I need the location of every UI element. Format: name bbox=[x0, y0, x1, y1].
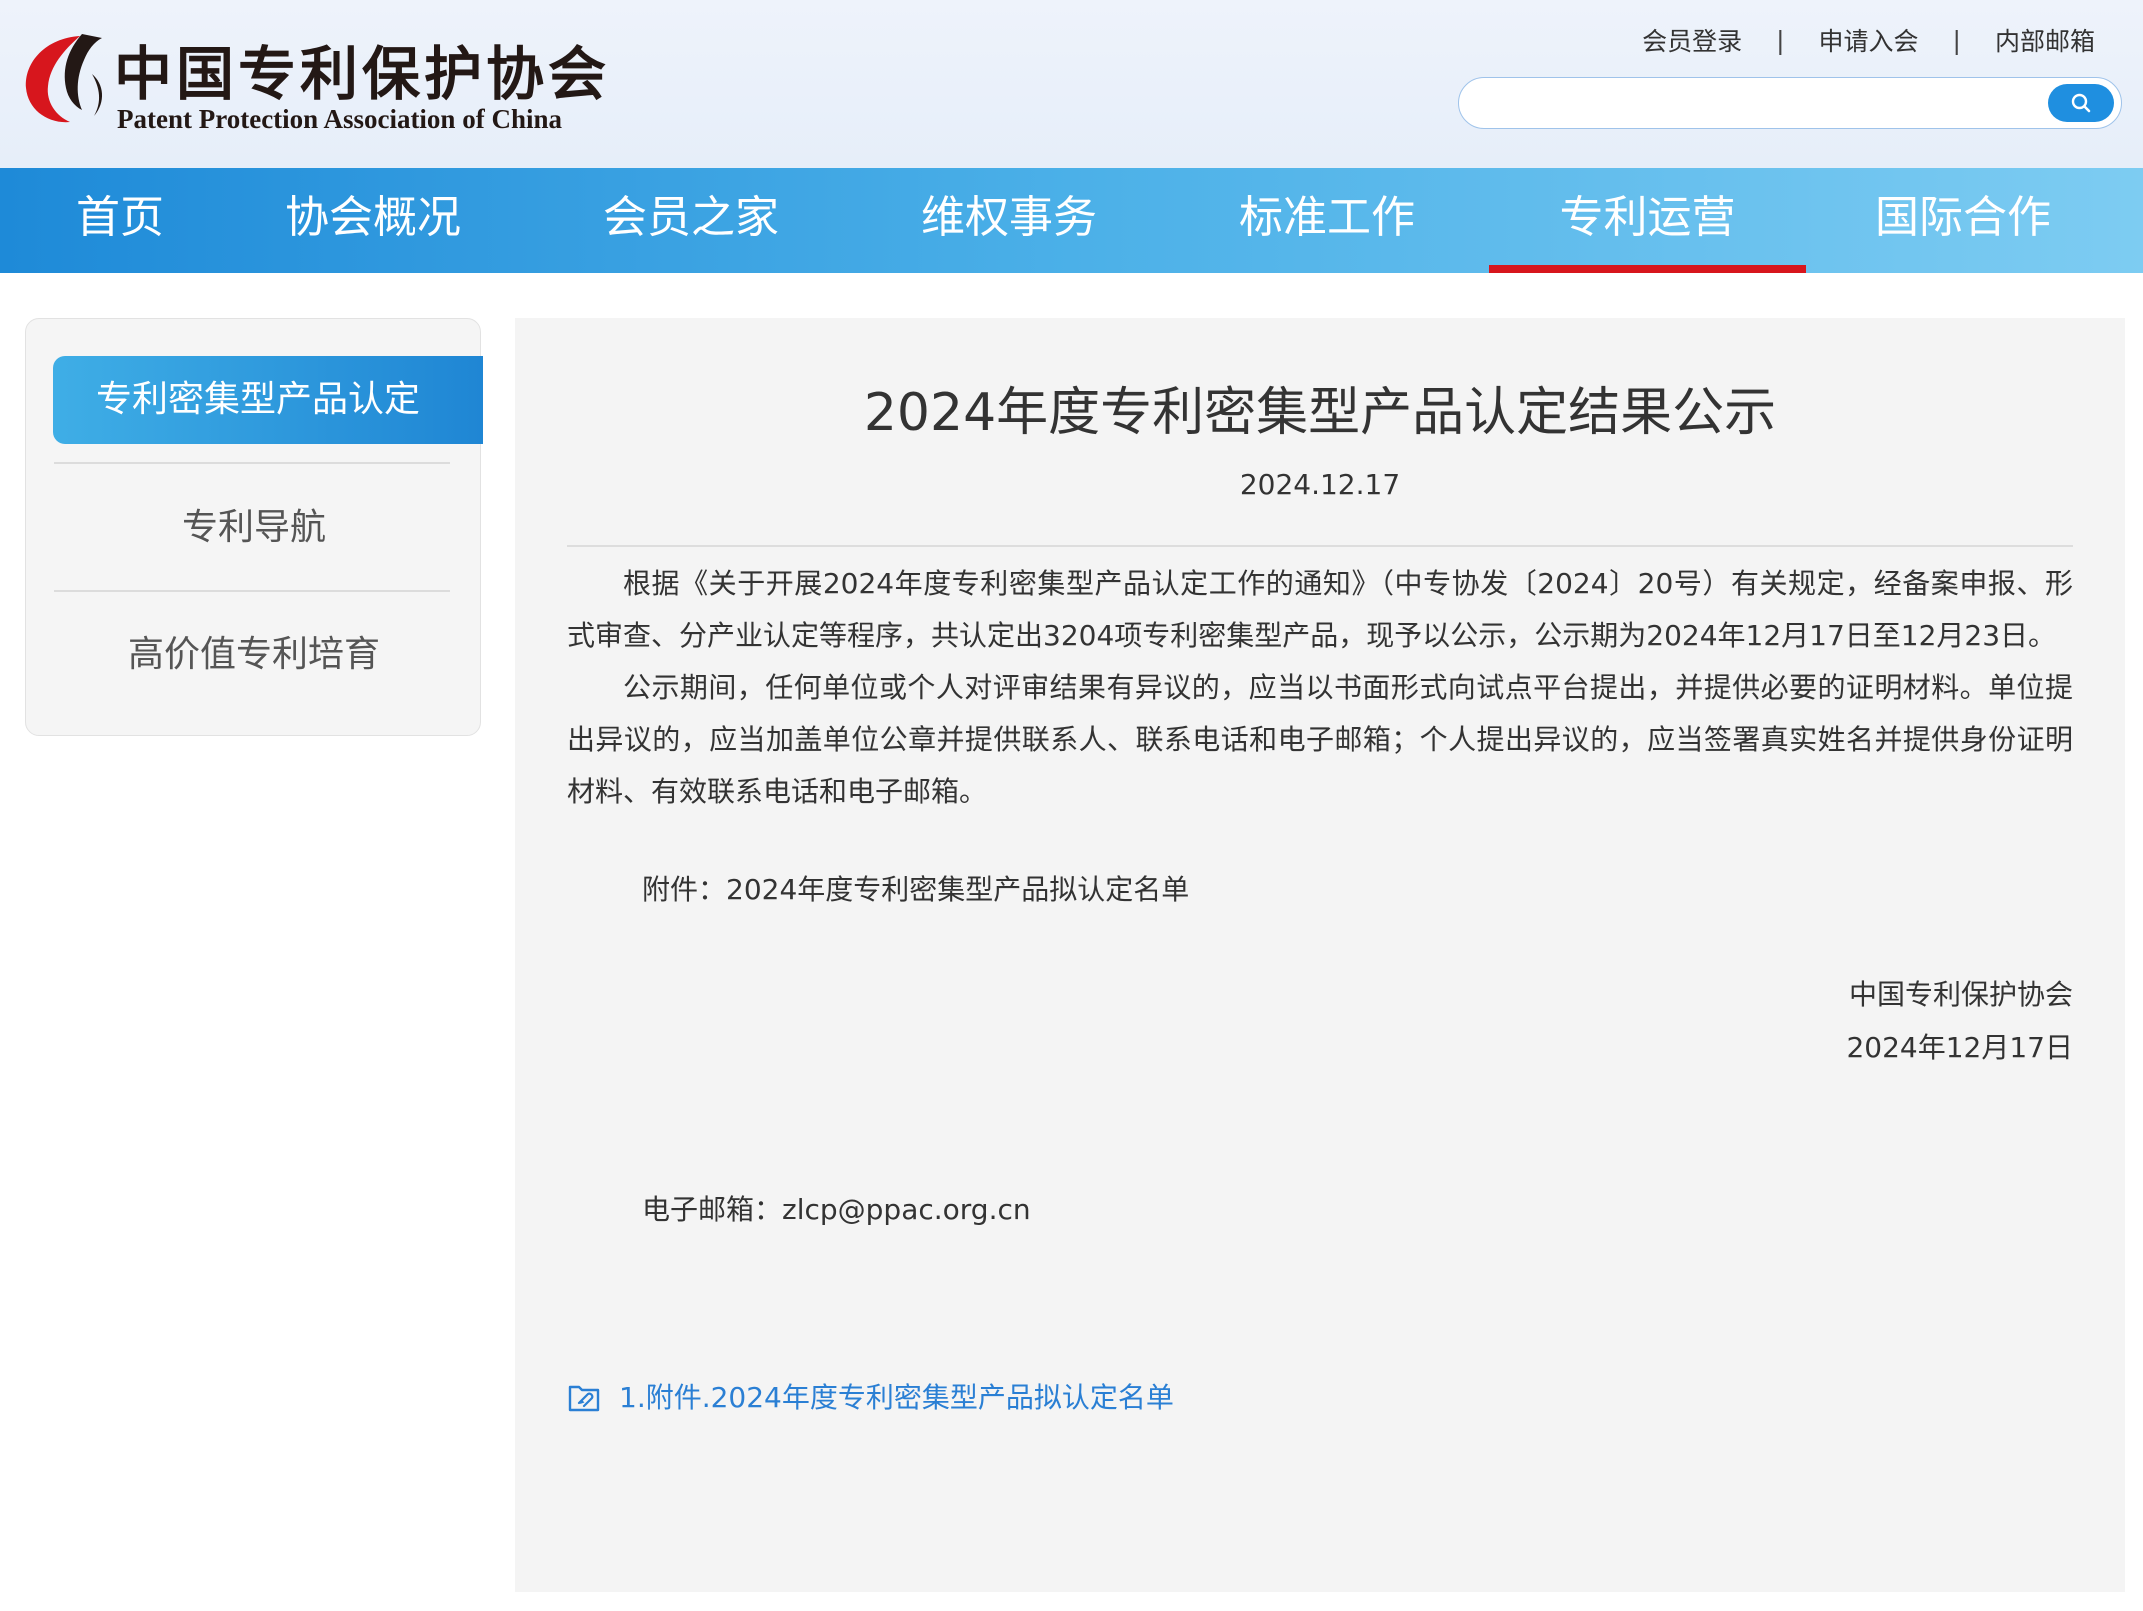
ppac-logo-mark-icon bbox=[25, 34, 103, 123]
search-box bbox=[1458, 77, 2122, 129]
article-paragraph: 公示期间，任何单位或个人对评审结果有异议的，应当以书面形式向试点平台提出，并提供… bbox=[567, 671, 2073, 808]
apply-join-link[interactable]: 申请入会 bbox=[1819, 22, 1919, 58]
article-panel: 2024年度专利密集型产品认定结果公示 2024.12.17 根据《关于开展20… bbox=[515, 318, 2125, 1592]
nav-item-international[interactable]: 国际合作 bbox=[1852, 168, 2074, 273]
nav-item-rights[interactable]: 维权事务 bbox=[898, 168, 1120, 273]
search-input[interactable] bbox=[1481, 86, 2025, 122]
nav-item-home[interactable]: 首页 bbox=[38, 168, 202, 273]
article-paragraph: 根据《关于开展2024年度专利密集型产品认定工作的通知》（中专协发〔2024〕2… bbox=[567, 567, 2073, 652]
sidebar-item-intensive-products[interactable]: 专利密集型产品认定 bbox=[53, 356, 483, 444]
attachment-note: 附件：2024年度专利密集型产品拟认定名单 bbox=[642, 873, 1190, 906]
link-separator: | bbox=[1776, 25, 1785, 55]
article-title: 2024年度专利密集型产品认定结果公示 bbox=[863, 383, 1777, 443]
site-logo[interactable]: 中国专利保护协会 Patent Protection Association o… bbox=[22, 30, 606, 140]
nav-item-patent-operation[interactable]: 专利运营 bbox=[1489, 168, 1806, 273]
site-header: 中国专利保护协会 Patent Protection Association o… bbox=[0, 0, 2143, 168]
sidebar-item-high-value-patents[interactable]: 高价值专利培育 bbox=[26, 615, 482, 695]
search-button[interactable] bbox=[2048, 84, 2114, 122]
sidebar: 专利密集型产品认定 专利导航 高价值专利培育 bbox=[25, 318, 483, 736]
nav-item-members[interactable]: 会员之家 bbox=[580, 168, 802, 273]
member-login-link[interactable]: 会员登录 bbox=[1642, 22, 1742, 58]
signature-date: 2024年12月17日 bbox=[1846, 1031, 2073, 1064]
link-separator: | bbox=[1952, 25, 1961, 55]
article-date: 2024.12.17 bbox=[1239, 468, 1401, 501]
search-icon bbox=[2071, 93, 2091, 113]
contact-email: 电子邮箱：zlcp@ppac.org.cn bbox=[642, 1193, 1031, 1226]
sidebar-divider bbox=[54, 590, 450, 592]
sidebar-item-patent-navigation[interactable]: 专利导航 bbox=[26, 488, 482, 568]
internal-mail-link[interactable]: 内部邮箱 bbox=[1995, 22, 2095, 58]
logo-english-name: Patent Protection Association of China bbox=[117, 104, 562, 134]
attachment-download-link[interactable]: 1.附件.2024年度专利密集型产品拟认定名单 bbox=[567, 1376, 1174, 1416]
nav-item-standards[interactable]: 标准工作 bbox=[1216, 168, 1438, 273]
attachment-file-icon bbox=[568, 1385, 600, 1412]
logo-chinese-name: 中国专利保护协会 bbox=[114, 40, 611, 108]
title-divider bbox=[567, 545, 2073, 547]
main-nav: 首页 协会概况 会员之家 维权事务 标准工作 专利运营 国际合作 bbox=[0, 168, 2143, 273]
sidebar-divider bbox=[54, 462, 450, 464]
attachment-link-text[interactable]: 1.附件.2024年度专利密集型产品拟认定名单 bbox=[619, 1376, 1174, 1416]
top-links: 会员登录 | 申请入会 | 内部邮箱 bbox=[1642, 20, 2095, 60]
nav-item-about[interactable]: 协会概况 bbox=[262, 168, 484, 273]
signature-organization: 中国专利保护协会 bbox=[1848, 978, 2073, 1011]
article-body: 根据《关于开展2024年度专利密集型产品认定工作的通知》（中专协发〔2024〕2… bbox=[567, 558, 2073, 818]
